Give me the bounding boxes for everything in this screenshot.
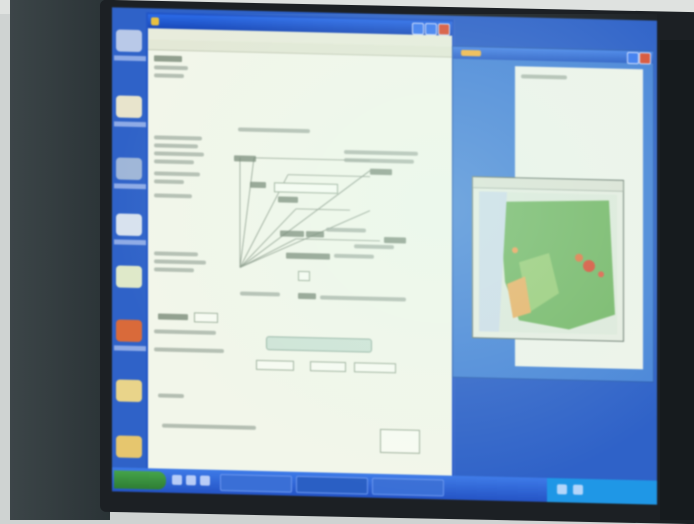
text-line xyxy=(154,251,198,257)
taskbar-button[interactable] xyxy=(296,475,368,495)
secondary-window-titlebar[interactable] xyxy=(453,46,653,65)
diagram-connector xyxy=(239,208,297,268)
dropdown-field[interactable] xyxy=(354,362,396,374)
action-button[interactable] xyxy=(266,336,372,353)
desktop-icon-label xyxy=(114,121,146,128)
diagram-node xyxy=(306,231,324,238)
quick-launch-icon[interactable] xyxy=(200,475,210,486)
map-window xyxy=(472,176,624,342)
window-accent xyxy=(461,49,481,57)
diagram-node xyxy=(280,230,304,238)
text-line xyxy=(154,329,216,335)
text-line xyxy=(240,291,280,297)
drive-icon[interactable] xyxy=(116,435,142,459)
maximize-button[interactable] xyxy=(425,22,437,36)
speaker-icon[interactable] xyxy=(557,484,567,495)
app-icon[interactable] xyxy=(116,319,142,343)
diagram-node xyxy=(298,292,316,300)
diagram-node xyxy=(370,168,392,176)
minimize-button[interactable] xyxy=(627,51,639,65)
diagram-connector xyxy=(288,174,370,178)
text-line xyxy=(154,151,204,157)
text-line xyxy=(154,135,202,141)
quick-launch-icon[interactable] xyxy=(172,474,182,486)
diagram-title xyxy=(238,127,310,134)
diagram-connector xyxy=(239,157,255,268)
form-label xyxy=(154,55,182,63)
diagram-node xyxy=(286,252,330,260)
input-field[interactable] xyxy=(194,312,218,323)
dropdown-field[interactable] xyxy=(310,361,346,373)
taskbar-button[interactable] xyxy=(220,473,292,493)
form-label xyxy=(158,313,188,321)
document-body xyxy=(148,51,452,479)
map-image xyxy=(479,191,617,335)
my-computer-icon[interactable] xyxy=(116,29,142,53)
diagram-node-box xyxy=(274,182,338,194)
text-line xyxy=(154,259,206,265)
text-line xyxy=(154,179,184,185)
application-icon xyxy=(151,17,159,26)
text-line xyxy=(154,347,224,354)
system-tray xyxy=(547,477,657,505)
text-line xyxy=(154,159,194,165)
text-line xyxy=(154,193,192,199)
folder-icon[interactable] xyxy=(116,379,142,403)
network-status-icon[interactable] xyxy=(573,484,583,495)
diagram-node xyxy=(384,236,406,244)
screen xyxy=(112,7,657,505)
start-button[interactable] xyxy=(114,470,166,490)
documents-icon[interactable] xyxy=(116,95,142,119)
diagram-connector xyxy=(296,238,380,242)
taskbar-button[interactable] xyxy=(372,477,444,497)
text-line xyxy=(521,74,567,80)
diagram-node xyxy=(278,196,298,203)
text-line xyxy=(158,393,184,399)
network-icon[interactable] xyxy=(116,157,142,181)
desktop-icon-label xyxy=(114,183,146,190)
minimize-button[interactable] xyxy=(412,22,424,35)
desktop-icon-label xyxy=(114,239,146,246)
desktop-icon-label xyxy=(114,345,146,352)
text-line xyxy=(154,171,200,177)
diagram-connector xyxy=(296,208,350,211)
close-button[interactable] xyxy=(639,52,651,65)
checkbox[interactable] xyxy=(298,270,310,282)
text-line xyxy=(320,295,406,302)
dropdown-field[interactable] xyxy=(256,359,294,371)
recycle-bin-icon[interactable] xyxy=(116,213,142,237)
text-line xyxy=(154,267,194,273)
diagram-node xyxy=(234,155,256,162)
text-line xyxy=(154,143,198,149)
monitor-bezel-right xyxy=(660,40,694,520)
monitor-bezel-left xyxy=(10,0,110,520)
close-button[interactable] xyxy=(438,23,450,36)
app-icon[interactable] xyxy=(116,265,142,289)
text-line xyxy=(154,65,188,71)
desktop-icon-label xyxy=(114,55,146,62)
map-view[interactable] xyxy=(479,191,617,335)
main-window xyxy=(146,12,454,482)
quick-launch-icon[interactable] xyxy=(186,475,196,486)
text-line xyxy=(154,73,184,79)
signature-box xyxy=(380,428,420,454)
diagram-node xyxy=(250,181,266,189)
map-window-titlebar[interactable] xyxy=(473,177,623,192)
text-line xyxy=(162,423,256,430)
